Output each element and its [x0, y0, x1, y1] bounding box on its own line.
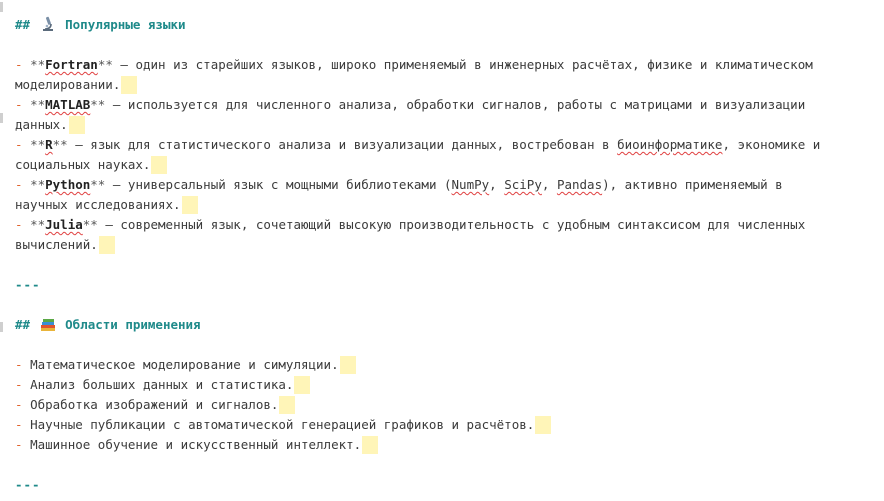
list-item-continuation[interactable]: данных. [15, 115, 876, 135]
gutter-marker [0, 113, 3, 123]
list-item[interactable]: - Математическое моделирование и симуляц… [15, 355, 876, 375]
list-dash: - [15, 177, 23, 192]
list-dash: - [15, 377, 23, 392]
list-item[interactable]: - **Julia** — современный язык, сочетающ… [15, 215, 876, 235]
list-text: — язык для статистического анализа и виз… [67, 137, 618, 152]
gutter-marker [0, 322, 3, 332]
bold-marker: ** [82, 217, 98, 232]
bold-marker: ** [30, 177, 46, 192]
language-name: Julia [45, 217, 83, 232]
line-end-highlight [181, 196, 198, 214]
list-text: Анализ больших данных и статистика. [30, 377, 294, 392]
list-dash: - [15, 357, 23, 372]
heading-title: Популярные языки [65, 17, 186, 32]
list-text: вычислений. [15, 237, 98, 252]
line-end-highlight [68, 116, 85, 134]
list-item[interactable]: - Научные публикации с автоматической ге… [15, 415, 876, 435]
list-dash: - [15, 397, 23, 412]
list-dash: - [15, 57, 23, 72]
list-text: — один из старейших языков, широко приме… [112, 57, 813, 72]
bold-marker: ** [30, 97, 46, 112]
list-text: — современный язык, сочетающий высокую п… [97, 217, 806, 232]
line-end-highlight [151, 156, 168, 174]
heading-title: Области применения [65, 317, 201, 332]
list-text: Обработка изображений и сигналов. [30, 397, 279, 412]
language-name: Fortran [45, 57, 98, 72]
list-text: Математическое моделирование и симуляции… [30, 357, 339, 372]
list-item[interactable]: - Обработка изображений и сигналов. [15, 395, 876, 415]
list-item-continuation[interactable]: социальных науках. [15, 155, 876, 175]
list-text: ), активно применяемый в [602, 177, 783, 192]
list-text: данных. [15, 117, 68, 132]
list-dash: - [15, 417, 23, 432]
bold-marker: ** [30, 217, 46, 232]
list-dash: - [15, 217, 23, 232]
line-end-highlight [279, 396, 296, 414]
list-item[interactable]: - **Fortran** — один из старейших языков… [15, 55, 876, 75]
list-dash: - [15, 97, 23, 112]
list-text: — универсальный язык с мощными библиотек… [105, 177, 452, 192]
list-dash: - [15, 137, 23, 152]
list-text: , экономике и [722, 137, 821, 152]
bold-marker: ** [30, 137, 46, 152]
horizontal-rule[interactable]: --- [15, 275, 876, 295]
separator: , [489, 177, 505, 192]
list-text: моделировании. [15, 77, 121, 92]
list-item[interactable]: - **Python** — универсальный язык с мощн… [15, 175, 876, 195]
list-item-continuation[interactable]: моделировании. [15, 75, 876, 95]
list-item[interactable]: - **MATLAB** — используется для численно… [15, 95, 876, 115]
list-item-continuation[interactable]: вычислений. [15, 235, 876, 255]
line-end-highlight [294, 376, 311, 394]
library-name: NumPy [451, 177, 490, 192]
line-end-highlight [98, 236, 115, 254]
line-end-highlight [535, 416, 552, 434]
list-item[interactable]: - **R** — язык для статистического анали… [15, 135, 876, 155]
list-text: Машинное обучение и искусственный интелл… [30, 437, 362, 452]
list-item[interactable]: - Машинное обучение и искусственный инте… [15, 435, 876, 455]
separator: , [541, 177, 557, 192]
bold-marker: ** [90, 97, 106, 112]
heading-popular-languages[interactable]: ## Популярные языки [15, 15, 876, 35]
list-text: социальных науках. [15, 157, 151, 172]
list-dash: - [15, 437, 23, 452]
markdown-editor[interactable]: ## Популярные языки - **Fortran** — один… [0, 0, 884, 501]
bold-marker: ** [30, 57, 46, 72]
line-end-highlight [339, 356, 356, 374]
bold-marker: ** [97, 57, 113, 72]
list-text: научных исследованиях. [15, 197, 181, 212]
list-item[interactable]: - Анализ больших данных и статистика. [15, 375, 876, 395]
heading-hash: ## [15, 17, 31, 32]
bold-marker: ** [90, 177, 106, 192]
gutter-marker [0, 2, 3, 12]
heading-application-areas[interactable]: ## Области применения [15, 315, 876, 335]
language-name: R [45, 137, 53, 152]
line-end-highlight [362, 436, 379, 454]
language-name: Python [45, 177, 91, 192]
list-text: Научные публикации с автоматической гене… [30, 417, 535, 432]
library-name: SciPy [504, 177, 542, 192]
microscope-icon [42, 16, 53, 31]
line-end-highlight [121, 76, 138, 94]
list-text: — используется для численного анализа, о… [105, 97, 806, 112]
library-name: Pandas [556, 177, 603, 192]
spellcheck-word: биоинформатике [617, 137, 723, 152]
language-name: MATLAB [45, 97, 91, 112]
horizontal-rule[interactable]: --- [15, 475, 876, 495]
bold-marker: ** [52, 137, 68, 152]
books-icon [40, 319, 55, 331]
heading-hash: ## [15, 317, 31, 332]
list-item-continuation[interactable]: научных исследованиях. [15, 195, 876, 215]
